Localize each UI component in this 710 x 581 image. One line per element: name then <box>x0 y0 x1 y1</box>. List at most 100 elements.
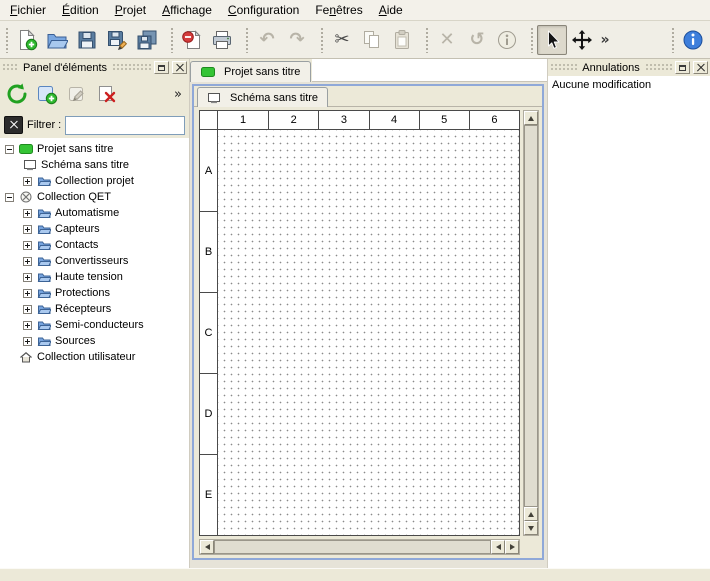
float-panel-button[interactable] <box>675 61 690 74</box>
menu-fichier[interactable]: Fichier <box>2 0 54 20</box>
expand-expander-icon[interactable] <box>23 209 32 218</box>
collapse-expander-icon[interactable] <box>5 145 14 154</box>
tree-item-protections[interactable]: Protections <box>0 285 189 301</box>
close-panel-button[interactable] <box>693 61 708 74</box>
tree-item-collection-utilisateur[interactable]: Collection utilisateur <box>0 349 189 365</box>
delete-button[interactable]: ✕ <box>432 25 462 55</box>
menu-fenetres[interactable]: Fenêtres <box>307 0 370 20</box>
schema-tab-label: Schéma sans titre <box>230 92 318 104</box>
toolbar-drag-handle[interactable] <box>245 27 249 53</box>
toolbar-drag-handle[interactable] <box>425 27 429 53</box>
pan-mode-button[interactable] <box>567 25 597 55</box>
expand-expander-icon[interactable] <box>23 241 32 250</box>
about-qet-button[interactable] <box>678 25 708 55</box>
delete-element-button[interactable] <box>93 80 121 108</box>
undo-panel-titlebar[interactable]: Annulations <box>548 59 710 76</box>
new-element-button[interactable] <box>33 80 61 108</box>
save-all-button[interactable] <box>132 25 162 55</box>
tree-item-haute-tension[interactable]: Haute tension <box>0 269 189 285</box>
open-project-button[interactable] <box>42 25 72 55</box>
expand-expander-icon[interactable] <box>23 273 32 282</box>
menu-affichage[interactable]: Affichage <box>154 0 220 20</box>
project-icon <box>19 143 33 155</box>
scroll-left-button[interactable] <box>491 540 505 554</box>
horizontal-scroll-thumb[interactable] <box>214 540 491 554</box>
copy-button[interactable] <box>357 25 387 55</box>
new-project-button[interactable] <box>12 25 42 55</box>
elements-collection-tree[interactable]: Projet sans titre Schéma sans titre Coll… <box>0 138 189 568</box>
elements-panel-toolbar: » <box>0 76 189 112</box>
scroll-down-button[interactable] <box>524 521 538 535</box>
tree-item-collection-qet[interactable]: Collection QET <box>0 189 189 205</box>
element-info-button[interactable] <box>492 25 522 55</box>
toolbar-drag-handle[interactable] <box>530 27 534 53</box>
tree-item-semi-conducteurs[interactable]: Semi-conducteurs <box>0 317 189 333</box>
tree-item-sources[interactable]: Sources <box>0 333 189 349</box>
close-panel-button[interactable] <box>172 61 187 74</box>
collapse-expander-icon[interactable] <box>5 193 14 202</box>
toolbar-drag-handle[interactable] <box>170 27 174 53</box>
column-header: 3 <box>318 111 368 130</box>
home-icon <box>19 351 33 363</box>
edit-element-button[interactable] <box>63 80 91 108</box>
toolbar-drag-handle[interactable] <box>5 27 9 53</box>
menu-configuration[interactable]: Configuration <box>220 0 307 20</box>
save-button[interactable] <box>72 25 102 55</box>
print-button[interactable] <box>207 25 237 55</box>
scroll-left-button[interactable] <box>200 540 214 554</box>
close-file-button[interactable] <box>177 25 207 55</box>
tree-item-schema-sans-titre[interactable]: Schéma sans titre <box>0 157 189 173</box>
scroll-right-button[interactable] <box>505 540 519 554</box>
filter-input[interactable] <box>65 116 185 135</box>
expand-expander-icon[interactable] <box>23 337 32 346</box>
redo-button[interactable]: ↷ <box>282 25 312 55</box>
folder-icon <box>37 223 51 235</box>
dotted-grid[interactable] <box>218 130 519 535</box>
toolbar-overflow-button[interactable]: » <box>597 25 613 55</box>
column-header: 6 <box>469 111 519 130</box>
diagram-canvas[interactable]: 1 2 3 4 5 6 A B C D E <box>199 110 520 536</box>
project-child-window[interactable]: Schéma sans titre 1 2 3 4 5 6 A <box>192 84 544 560</box>
expand-expander-icon[interactable] <box>23 289 32 298</box>
save-as-button[interactable] <box>102 25 132 55</box>
cut-button[interactable]: ✂ <box>327 25 357 55</box>
tree-item-collection-projet[interactable]: Collection projet <box>0 173 189 189</box>
toolbar-drag-handle[interactable] <box>320 27 324 53</box>
reload-collections-button[interactable] <box>3 80 31 108</box>
folder-icon <box>37 335 51 347</box>
tab-schema-sans-titre[interactable]: Schéma sans titre <box>197 87 328 107</box>
scroll-up-button[interactable] <box>524 111 538 125</box>
undo-history-list[interactable]: Aucune modification <box>548 76 710 568</box>
select-mode-button[interactable] <box>537 25 567 55</box>
vertical-scrollbar[interactable] <box>523 110 539 536</box>
menu-projet[interactable]: Projet <box>107 0 154 20</box>
expand-expander-icon[interactable] <box>23 305 32 314</box>
expand-expander-icon[interactable] <box>23 177 32 186</box>
tree-item-convertisseurs[interactable]: Convertisseurs <box>0 253 189 269</box>
tree-item-capteurs[interactable]: Capteurs <box>0 221 189 237</box>
paste-button[interactable] <box>387 25 417 55</box>
toolbar-drag-handle[interactable] <box>671 27 675 53</box>
float-panel-button[interactable] <box>154 61 169 74</box>
tree-item-contacts[interactable]: Contacts <box>0 237 189 253</box>
horizontal-scrollbar[interactable] <box>199 539 520 555</box>
vertical-scroll-thumb[interactable] <box>524 125 538 507</box>
scroll-up-button[interactable] <box>524 507 538 521</box>
tree-item-projet-sans-titre[interactable]: Projet sans titre <box>0 141 189 157</box>
menu-aide[interactable]: Aide <box>371 0 411 20</box>
panel-toolbar-overflow-button[interactable]: » <box>170 87 186 102</box>
expand-expander-icon[interactable] <box>23 257 32 266</box>
tree-item-automatisme[interactable]: Automatisme <box>0 205 189 221</box>
up-arrow-icon <box>528 512 534 517</box>
elements-panel-titlebar[interactable]: Panel d'éléments <box>0 59 189 76</box>
tree-item-recepteurs[interactable]: Récepteurs <box>0 301 189 317</box>
menu-edition[interactable]: Édition <box>54 0 107 20</box>
expand-expander-icon[interactable] <box>23 225 32 234</box>
tab-projet-sans-titre[interactable]: Projet sans titre <box>190 61 311 82</box>
clear-filter-button[interactable] <box>4 116 23 134</box>
edit-toolbar-group: ✕ ↺ <box>422 25 522 55</box>
row-header: D <box>200 373 218 454</box>
rotate-button[interactable]: ↺ <box>462 25 492 55</box>
undo-button[interactable]: ↶ <box>252 25 282 55</box>
expand-expander-icon[interactable] <box>23 321 32 330</box>
